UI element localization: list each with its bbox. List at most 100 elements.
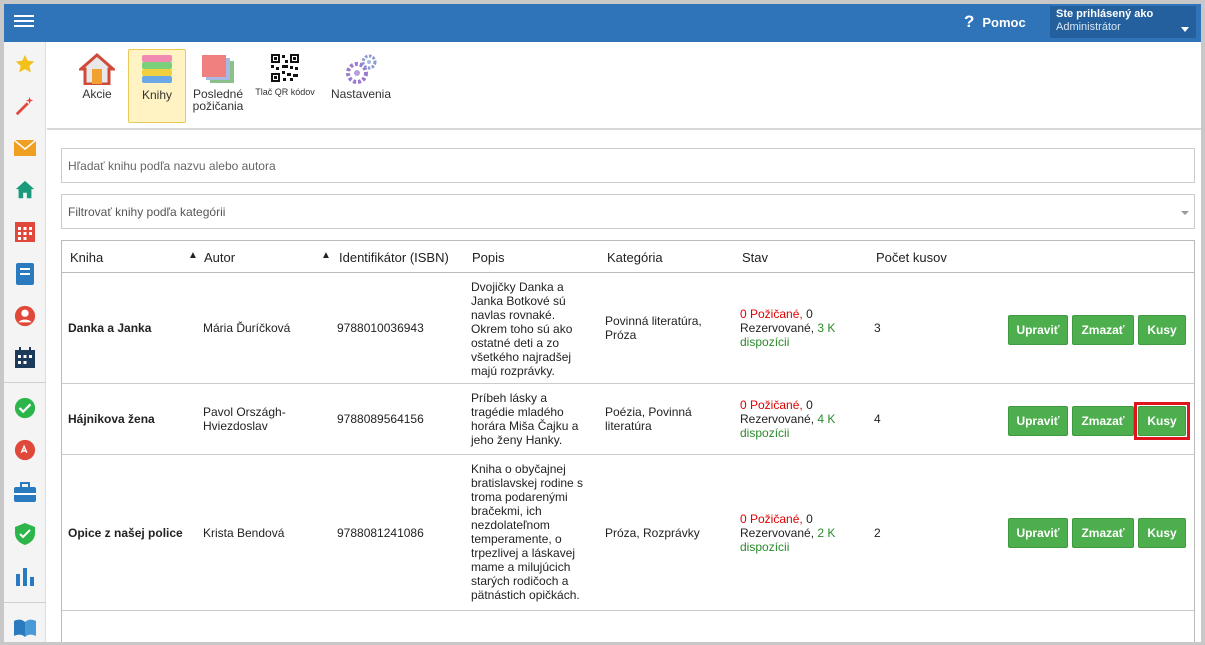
toolbar-label: Akcie	[82, 87, 112, 101]
cards-icon	[202, 55, 234, 83]
book-isbn: 9788089564156	[337, 412, 424, 426]
sort-icon[interactable]: ▲	[321, 250, 331, 261]
highlight-box	[1134, 402, 1190, 440]
bar-chart-icon[interactable]	[13, 564, 37, 588]
book-category: Próza, Rozprávky	[605, 526, 700, 540]
toolbar-label: Posledné požičania	[192, 87, 244, 113]
borrowed-count: 0 Požičané,	[740, 398, 803, 412]
shield-check-icon[interactable]	[13, 522, 37, 546]
badge-icon[interactable]	[13, 438, 37, 462]
book-status: 0 Požičané, 0 Rezervované, 3 K dispozíci…	[740, 307, 858, 349]
open-book-icon[interactable]	[13, 616, 37, 640]
copies-count: 4	[874, 412, 881, 426]
book-isbn: 9788010036943	[337, 321, 424, 335]
book-author: Krista Bendová	[203, 526, 285, 540]
column-header-kategoria[interactable]: Kategória	[607, 250, 663, 265]
sidebar	[4, 42, 46, 642]
toolbar-knihy[interactable]: Knihy	[128, 49, 186, 123]
gears-icon	[346, 54, 377, 84]
help-icon: ?	[964, 12, 975, 31]
copies-button[interactable]: Kusy	[1138, 518, 1186, 548]
book-isbn: 9788081241086	[337, 526, 424, 540]
copies-count: 2	[874, 526, 881, 540]
book-stack-icon	[142, 55, 172, 83]
book-title: Danka a Janka	[68, 321, 152, 335]
toolbar-label: Knihy	[141, 88, 173, 102]
delete-button[interactable]: Zmazať	[1072, 406, 1134, 436]
search-input[interactable]	[61, 148, 1195, 183]
top-bar: ? Pomoc Ste prihlásený ako Administrátor	[4, 4, 1201, 42]
book-author: Pavol Országh-Hviezdoslav	[203, 405, 286, 433]
book-title: Opice z našej police	[68, 526, 183, 540]
magic-wand-icon[interactable]	[13, 94, 37, 118]
book-category: Poézia, Povinná literatúra	[605, 405, 692, 433]
sidebar-divider	[4, 382, 46, 383]
help-link[interactable]: ? Pomoc	[964, 12, 1026, 32]
copies-button[interactable]: Kusy	[1138, 315, 1186, 345]
schedule-icon[interactable]	[13, 346, 37, 370]
borrowed-count: 0 Požičané,	[740, 512, 803, 526]
table-row: Danka a Janka Mária Ďuríčková 9788010036…	[62, 274, 1194, 384]
toolbar-tlac-qr-kodov[interactable]: Tlač QR kódov	[251, 49, 319, 123]
category-filter-select[interactable]: Filtrovať knihy podľa kategórii	[61, 194, 1195, 229]
column-header-kniha[interactable]: Kniha	[70, 250, 103, 265]
toolbar-label: Tlač QR kódov	[255, 87, 315, 97]
book-description: Dvojičky Danka a Janka Botkové sú navlas…	[471, 280, 573, 378]
books-table: Kniha ▲ Autor ▲ Identifikátor (ISBN) Pop…	[61, 240, 1195, 642]
toolbar-posledne-poziciania[interactable]: Posledné požičania	[189, 49, 247, 123]
reserved-count: 0	[806, 307, 813, 321]
menu-icon[interactable]	[14, 12, 34, 30]
calendar-icon[interactable]	[13, 220, 37, 244]
table-header: Kniha ▲ Autor ▲ Identifikátor (ISBN) Pop…	[62, 241, 1194, 273]
column-header-autor[interactable]: Autor	[204, 250, 235, 265]
edit-button[interactable]: Upraviť	[1008, 315, 1068, 345]
toolbar: Akcie Knihy Posledné požičania Tlač QR k…	[47, 42, 1201, 130]
sort-icon[interactable]: ▲	[188, 250, 198, 261]
reserved-label: Rezervované,	[740, 321, 815, 335]
user-circle-icon[interactable]	[13, 304, 37, 328]
qr-code-icon	[271, 54, 299, 82]
star-icon[interactable]	[13, 52, 37, 76]
book-description: Príbeh lásky a tragédie mladého horára M…	[471, 391, 579, 447]
column-header-isbn[interactable]: Identifikátor (ISBN)	[339, 250, 449, 265]
reserved-count: 0	[806, 512, 813, 526]
reserved-label: Rezervované,	[740, 526, 815, 540]
notebook-icon[interactable]	[13, 262, 37, 286]
book-title: Hájnikova žena	[68, 412, 155, 426]
book-category: Povinná literatúra, Próza	[605, 314, 702, 342]
briefcase-icon[interactable]	[13, 480, 37, 504]
home-icon[interactable]	[13, 178, 37, 202]
delete-button[interactable]: Zmazať	[1072, 315, 1134, 345]
book-status: 0 Požičané, 0 Rezervované, 2 K dispozíci…	[740, 512, 858, 554]
check-circle-icon[interactable]	[13, 396, 37, 420]
table-row: Opice z našej police Krista Bendová 9788…	[62, 456, 1194, 611]
filter-placeholder: Filtrovať knihy podľa kategórii	[68, 205, 226, 219]
chevron-down-icon	[1181, 27, 1189, 32]
edit-button[interactable]: Upraviť	[1008, 518, 1068, 548]
toolbar-label: Nastavenia	[330, 87, 392, 101]
chevron-down-icon	[1181, 211, 1189, 215]
toolbar-nastavenia[interactable]: Nastavenia	[327, 49, 395, 123]
help-label: Pomoc	[982, 14, 1026, 30]
reserved-count: 0	[806, 398, 813, 412]
reserved-label: Rezervované,	[740, 412, 815, 426]
column-header-popis[interactable]: Popis	[472, 250, 505, 265]
column-header-pocet-kusov[interactable]: Počet kusov	[876, 250, 947, 265]
user-label: Ste prihlásený ako	[1056, 8, 1154, 20]
house-door-icon	[79, 53, 115, 85]
user-menu[interactable]: Ste prihlásený ako Administrátor	[1050, 6, 1196, 38]
table-row: Hájnikova žena Pavol Országh-Hviezdoslav…	[62, 385, 1194, 455]
book-author: Mária Ďuríčková	[203, 321, 291, 335]
book-status: 0 Požičané, 0 Rezervované, 4 K dispozíci…	[740, 398, 858, 440]
sidebar-divider	[4, 602, 46, 603]
app-frame: ? Pomoc Ste prihlásený ako Administrátor	[4, 4, 1201, 642]
edit-button[interactable]: Upraviť	[1008, 406, 1068, 436]
book-description: Kniha o obyčajnej bratislavskej rodine s…	[471, 462, 584, 602]
column-header-stav[interactable]: Stav	[742, 250, 768, 265]
envelope-icon[interactable]	[13, 136, 37, 160]
copies-count: 3	[874, 321, 881, 335]
user-role: Administrátor	[1056, 21, 1121, 33]
delete-button[interactable]: Zmazať	[1072, 518, 1134, 548]
toolbar-akcie[interactable]: Akcie	[69, 49, 125, 123]
borrowed-count: 0 Požičané,	[740, 307, 803, 321]
